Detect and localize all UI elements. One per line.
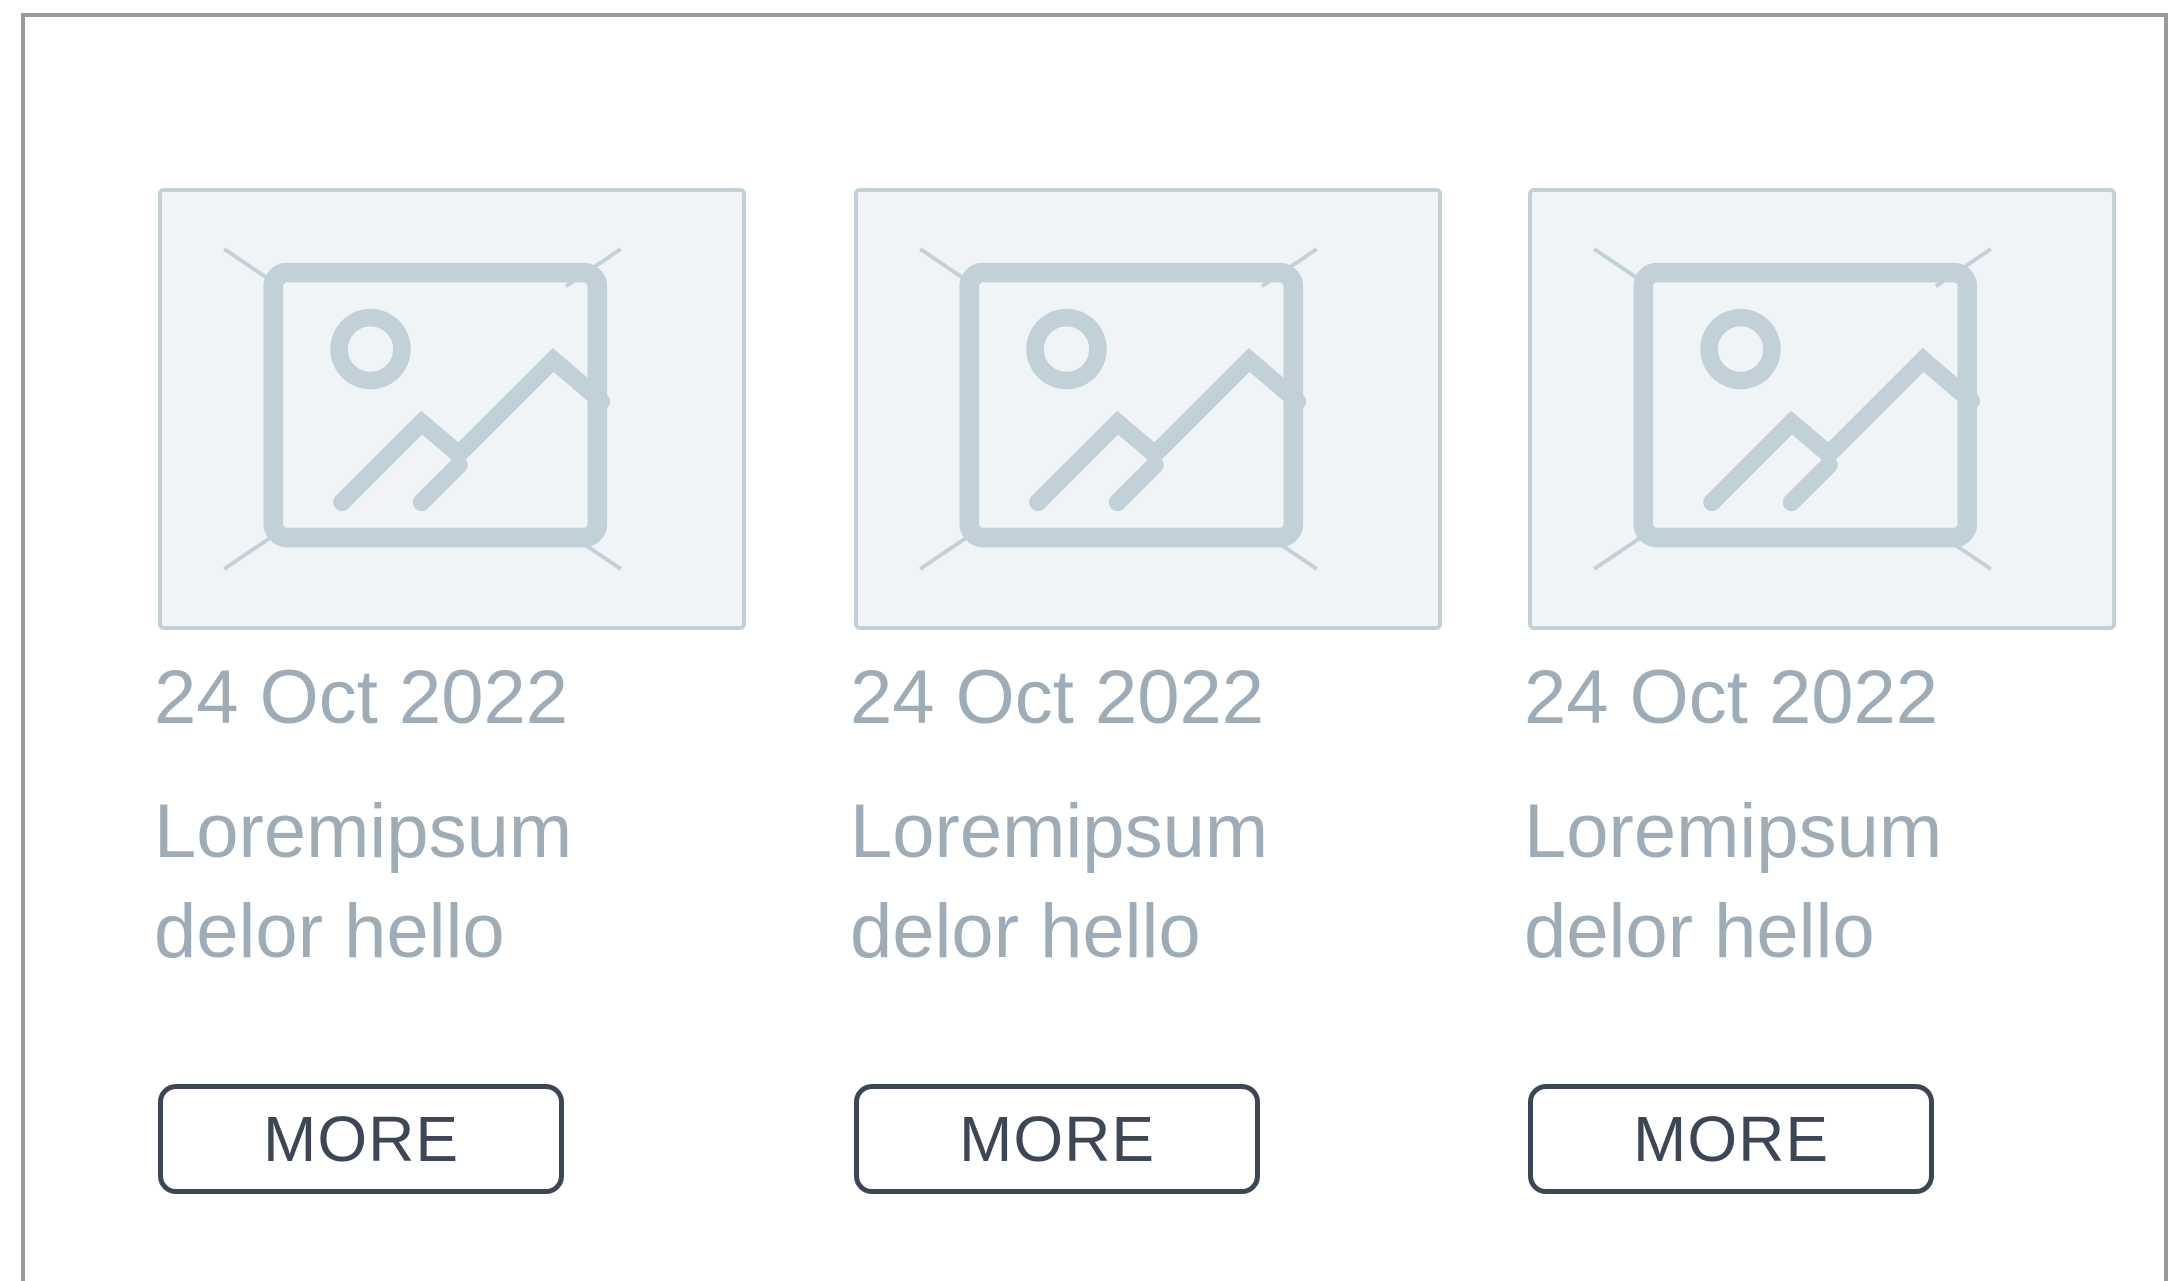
- card-date: 24 Oct 2022: [154, 655, 569, 740]
- card-date: 24 Oct 2022: [850, 655, 1265, 740]
- content-frame: 24 Oct 2022 Loremipsum delor hello MORE …: [21, 13, 2168, 1281]
- card: 24 Oct 2022 Loremipsum delor hello MORE: [1524, 188, 2118, 1194]
- card-date: 24 Oct 2022: [1524, 655, 1939, 740]
- card-image-placeholder: [158, 188, 746, 630]
- card-title: Loremipsum delor hello: [1524, 789, 1943, 974]
- more-button[interactable]: MORE: [1528, 1084, 1934, 1194]
- more-button[interactable]: MORE: [158, 1084, 564, 1194]
- card-image-placeholder: [854, 188, 1442, 630]
- card: 24 Oct 2022 Loremipsum delor hello MORE: [154, 188, 748, 1194]
- image-placeholder-icon: [223, 247, 622, 571]
- image-placeholder-icon: [1593, 247, 1992, 571]
- more-button[interactable]: MORE: [854, 1084, 1260, 1194]
- card-image-placeholder: [1528, 188, 2116, 630]
- card-title: Loremipsum delor hello: [154, 789, 573, 974]
- card: 24 Oct 2022 Loremipsum delor hello MORE: [850, 188, 1444, 1194]
- card-title: Loremipsum delor hello: [850, 789, 1269, 974]
- image-placeholder-icon: [919, 247, 1318, 571]
